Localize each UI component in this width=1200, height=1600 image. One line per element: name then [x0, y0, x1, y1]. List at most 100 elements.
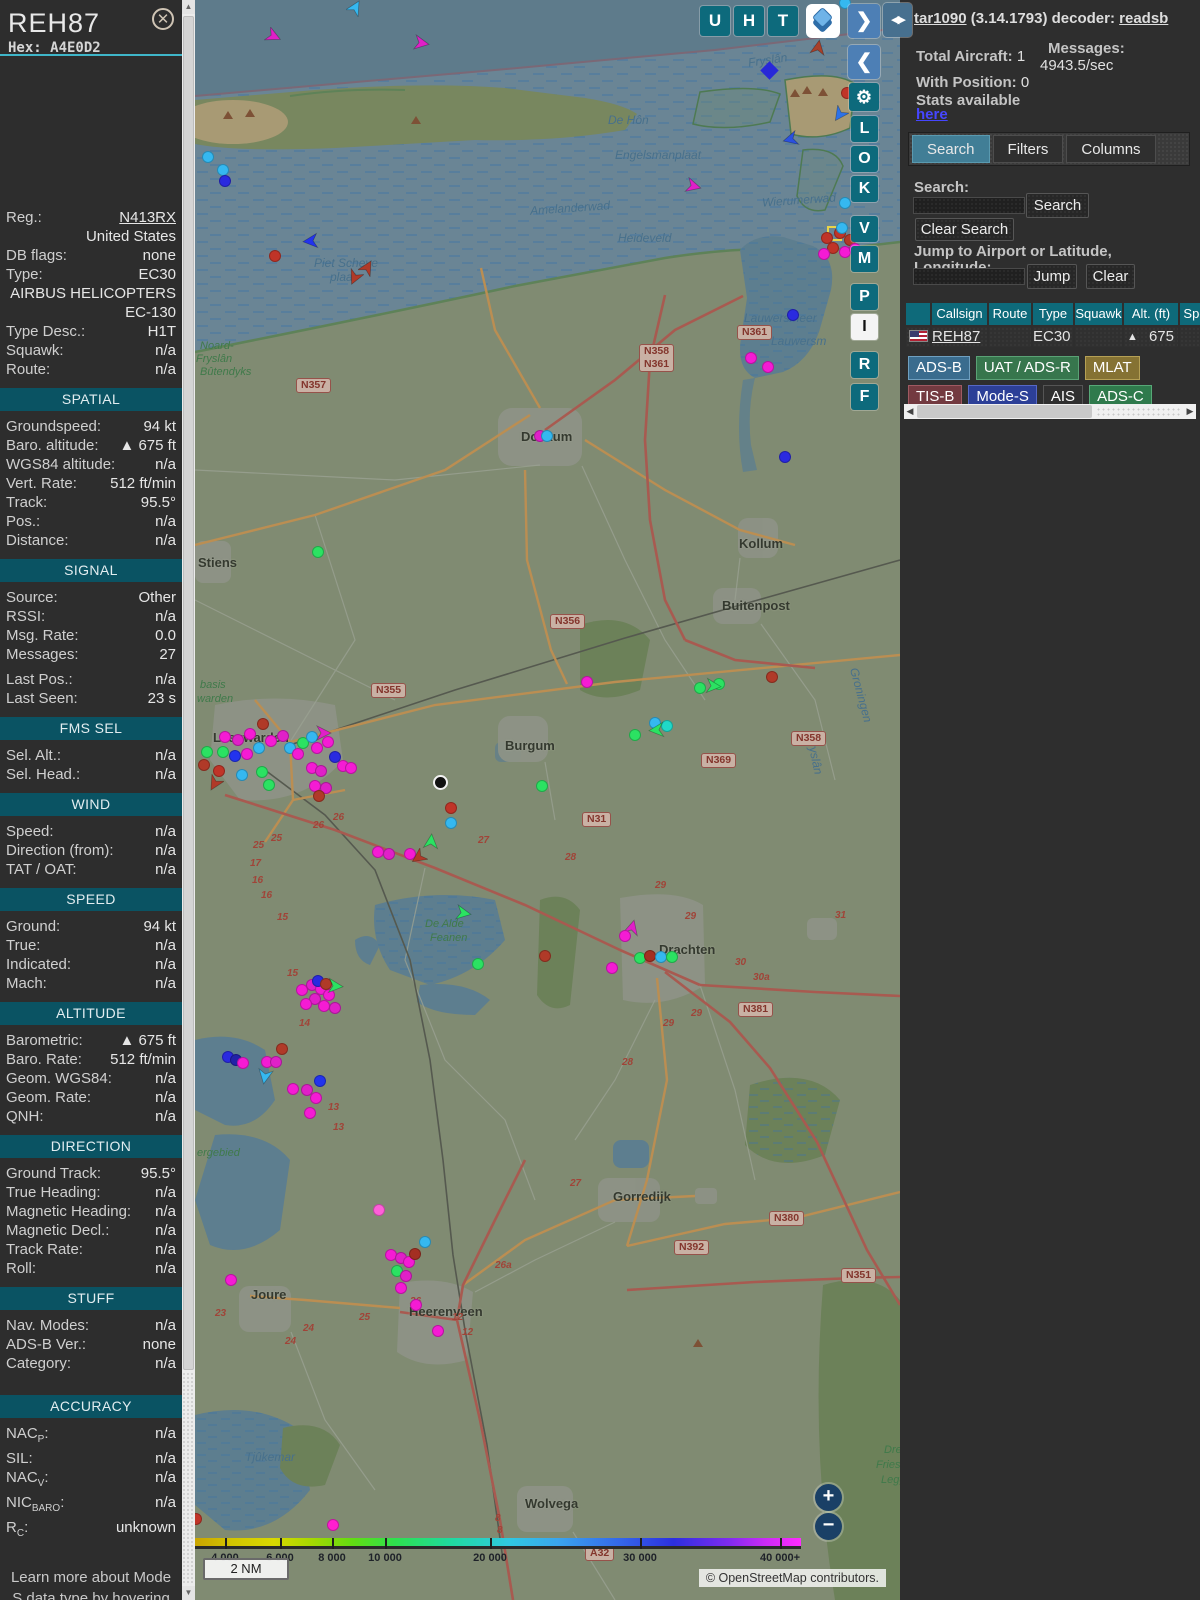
panel-collapse-left-button[interactable]: ❮ [848, 45, 880, 79]
tar1090-link[interactable]: tar1090 [914, 10, 967, 27]
aircraft-dot[interactable] [314, 1075, 326, 1087]
aircraft-dot[interactable] [270, 1056, 282, 1068]
aircraft-dot[interactable] [229, 750, 241, 762]
column-header-altft[interactable]: Alt. (ft) [1124, 303, 1178, 325]
aircraft-arrow[interactable] [356, 259, 376, 279]
aircraft-dot[interactable] [241, 748, 253, 760]
map-canvas[interactable]: StiensDokkumKollumBuitenpostLeeuwardenBu… [195, 0, 900, 1600]
aircraft-dot[interactable] [253, 742, 265, 754]
aircraft-dot[interactable] [237, 1057, 249, 1069]
column-header-squawk[interactable]: Squawk [1075, 303, 1122, 325]
aircraft-dot[interactable] [581, 676, 593, 688]
aircraft-dot[interactable] [327, 1519, 339, 1531]
map-button-u[interactable]: U [700, 6, 730, 36]
map-button-k[interactable]: K [851, 176, 878, 202]
aircraft-dot[interactable] [202, 151, 214, 163]
aircraft-dot[interactable] [606, 962, 618, 974]
aircraft-dot[interactable] [311, 742, 323, 754]
aircraft-dot[interactable] [217, 746, 229, 758]
aircraft-dot[interactable] [445, 802, 457, 814]
aircraft-dot[interactable] [745, 352, 757, 364]
aircraft-dot[interactable] [383, 848, 395, 860]
aircraft-arrow[interactable] [831, 103, 851, 123]
map-button-t[interactable]: T [768, 6, 798, 36]
aircraft-dot[interactable] [536, 780, 548, 792]
column-header-route[interactable]: Route [989, 303, 1031, 325]
aircraft-arrow[interactable] [412, 33, 430, 52]
map-attribution[interactable]: © OpenStreetMap contributors. [698, 1569, 886, 1587]
aircraft-dot[interactable] [432, 1325, 444, 1337]
aircraft-dot[interactable] [277, 730, 289, 742]
aircraft-arrow[interactable] [422, 833, 440, 851]
aircraft-dot[interactable] [329, 1002, 341, 1014]
layers-button[interactable] [806, 4, 840, 38]
aircraft-dot[interactable] [300, 998, 312, 1010]
sidebar-scrollbar[interactable]: ▲ ▼ [182, 0, 195, 1600]
aircraft-dot[interactable] [666, 951, 678, 963]
aircraft-arrow[interactable] [344, 0, 364, 19]
aircraft-dot[interactable] [310, 1092, 322, 1104]
aircraft-dot[interactable] [225, 1274, 237, 1286]
aircraft-dot[interactable] [236, 769, 248, 781]
aircraft-dot[interactable] [779, 451, 791, 463]
map-button-r[interactable]: R [851, 352, 878, 378]
scroll-down-icon[interactable]: ▼ [182, 1586, 195, 1600]
zoom-out-button[interactable]: − [815, 1513, 842, 1540]
readsb-link[interactable]: readsb [1119, 10, 1168, 27]
scroll-right-icon[interactable]: ▶ [1184, 404, 1196, 419]
aircraft-arrow[interactable] [302, 232, 320, 250]
aircraft-dot[interactable] [312, 546, 324, 558]
tab-filters[interactable]: Filters [992, 135, 1064, 163]
filter-badge-mlat[interactable]: MLAT [1084, 356, 1140, 380]
aircraft-dot[interactable] [287, 1083, 299, 1095]
hscroll-thumb[interactable] [917, 405, 1092, 418]
aircraft-dot[interactable] [198, 759, 210, 771]
aircraft-arrow[interactable] [256, 1067, 275, 1085]
map-button-f[interactable]: F [851, 384, 878, 410]
tab-search[interactable]: Search [912, 135, 990, 163]
aircraft-arrow[interactable] [326, 977, 344, 995]
map-button-i[interactable]: I [851, 314, 878, 340]
aircraft-dot[interactable] [766, 671, 778, 683]
table-horizontal-scrollbar[interactable]: ◀ ▶ [904, 404, 1196, 419]
aircraft-dot[interactable] [395, 1282, 407, 1294]
aircraft-dot[interactable] [373, 1204, 385, 1216]
scroll-up-icon[interactable]: ▲ [182, 0, 195, 14]
aircraft-dot[interactable] [541, 430, 553, 442]
aircraft-dot[interactable] [265, 735, 277, 747]
aircraft-arrow[interactable] [684, 176, 702, 195]
column-header-type[interactable]: Type [1033, 303, 1073, 325]
map-button-h[interactable]: H [734, 6, 764, 36]
jump-clear-button[interactable]: Clear [1086, 264, 1135, 289]
selected-aircraft-marker[interactable] [433, 775, 448, 790]
aircraft-dot[interactable] [472, 958, 484, 970]
jump-input[interactable] [913, 268, 1025, 285]
aircraft-dot[interactable] [539, 950, 551, 962]
filter-badge-uatadsr[interactable]: UAT / ADS-R [975, 356, 1079, 380]
aircraft-dot[interactable] [445, 817, 457, 829]
zoom-in-button[interactable]: + [815, 1484, 842, 1511]
column-header-callsign[interactable]: Callsign [932, 303, 987, 325]
info-value[interactable]: N413RX [119, 208, 176, 227]
aircraft-dot[interactable] [409, 1248, 421, 1260]
aircraft-arrow[interactable] [206, 772, 226, 792]
stats-here-link[interactable]: here [916, 106, 948, 123]
aircraft-arrow[interactable] [314, 724, 332, 742]
aircraft-dot[interactable] [410, 1299, 422, 1311]
map-button-o[interactable]: O [851, 146, 878, 172]
aircraft-dot[interactable] [313, 790, 325, 802]
aircraft-arrow[interactable] [808, 39, 827, 57]
map-button-l[interactable]: L [851, 116, 878, 142]
filter-badge-adsb[interactable]: ADS-B [908, 356, 970, 380]
map-button-v[interactable]: V [851, 216, 878, 242]
panel-resize-button[interactable]: ◀▶ [883, 3, 912, 37]
aircraft-dot[interactable] [201, 746, 213, 758]
column-header-spd[interactable]: Spd [1180, 303, 1200, 325]
column-header-icon[interactable] [906, 303, 930, 325]
aircraft-dot[interactable] [818, 248, 830, 260]
aircraft-dot[interactable] [762, 361, 774, 373]
search-input[interactable] [913, 197, 1025, 214]
aircraft-arrow[interactable] [704, 677, 722, 695]
aircraft-dot[interactable] [836, 222, 848, 234]
callsign-cell[interactable]: REH87 [932, 327, 987, 347]
